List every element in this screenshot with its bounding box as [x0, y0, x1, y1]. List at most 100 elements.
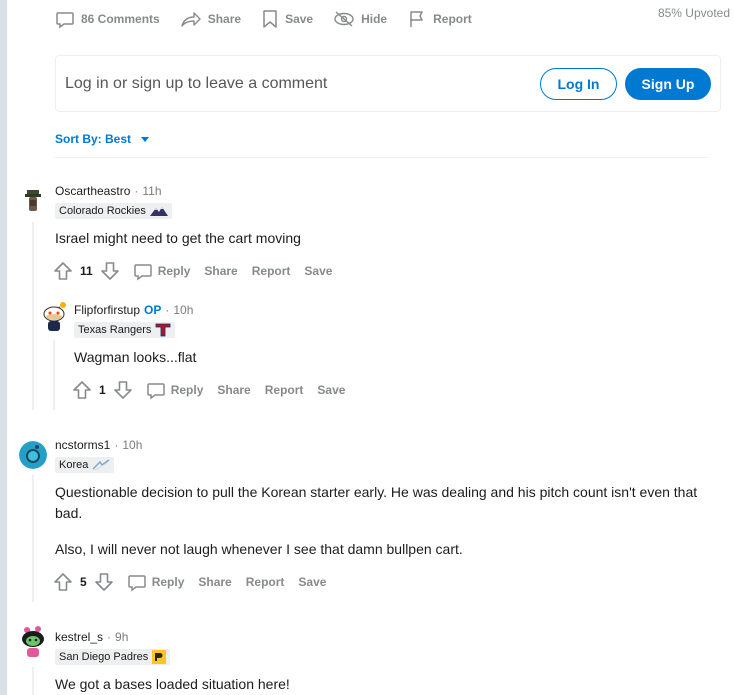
bookmark-icon: [263, 10, 277, 28]
sort-label: Sort By: Best: [55, 132, 132, 146]
report-button[interactable]: Report: [246, 575, 285, 589]
report-button[interactable]: Report: [265, 383, 304, 397]
avatar[interactable]: [39, 299, 69, 333]
login-button[interactable]: Log In: [540, 67, 617, 100]
author-name[interactable]: Oscartheastro: [55, 184, 130, 198]
comment-icon: [56, 12, 74, 29]
thread-line[interactable]: [53, 340, 55, 410]
save-label: Save: [285, 12, 314, 26]
sort-dropdown[interactable]: Sort By: Best: [55, 132, 150, 146]
share-button[interactable]: Share: [198, 575, 231, 589]
separator: ·: [114, 438, 119, 452]
reply-icon: [127, 575, 146, 592]
flair-text: Texas Rangers: [78, 324, 152, 336]
report-label: Report: [433, 12, 472, 26]
korea-logo-icon: [92, 459, 110, 471]
comment-paragraph: Wagman looks...flat: [74, 349, 197, 365]
report-button[interactable]: Report: [252, 264, 291, 278]
divider: [55, 157, 708, 158]
user-flair: San Diego Padres: [55, 649, 171, 665]
reply-label: Reply: [151, 575, 185, 589]
comment-meta: kestrel_s · 9h: [55, 630, 128, 644]
signup-button[interactable]: Sign Up: [625, 67, 711, 100]
downvote-arrow-icon[interactable]: [93, 571, 115, 593]
hide-button[interactable]: Hide: [333, 9, 387, 29]
comment-body: Questionable decision to pull the Korean…: [55, 482, 715, 560]
reply-icon: [133, 264, 152, 281]
caret-down-icon: [141, 136, 150, 142]
avatar[interactable]: [19, 186, 47, 214]
reply-label: Reply: [170, 383, 204, 397]
comment-meta: Flipforfirstup OP · 10h: [74, 303, 193, 317]
user-flair: Korea: [55, 457, 115, 473]
flair-text: San Diego Padres: [59, 651, 149, 663]
downvote-arrow-icon[interactable]: [99, 260, 121, 282]
rangers-logo-icon: [155, 323, 171, 337]
hide-label: Hide: [361, 12, 388, 26]
reply-icon: [146, 383, 165, 400]
reply-button[interactable]: Reply: [146, 380, 204, 400]
user-avatar-icon: [25, 190, 41, 211]
thread-line[interactable]: [32, 222, 34, 410]
separator: ·: [107, 630, 112, 644]
author-name[interactable]: kestrel_s: [55, 630, 103, 644]
save-button[interactable]: Save: [304, 264, 332, 278]
share-button[interactable]: Share: [217, 383, 250, 397]
thread-line[interactable]: [32, 667, 34, 695]
comments-button[interactable]: 86 Comments: [55, 9, 160, 29]
thread-line[interactable]: [32, 475, 34, 602]
share-label: Share: [207, 12, 242, 26]
comment-body: We got a bases loaded situation here!: [55, 674, 715, 695]
vote-score: 5: [80, 575, 87, 589]
user-flair: Colorado Rockies: [55, 203, 172, 219]
share-button[interactable]: Share: [204, 264, 237, 278]
save-button[interactable]: Save: [298, 575, 326, 589]
comment-meta: ncstorms1 · 10h: [55, 438, 142, 452]
vote-score: 11: [80, 264, 93, 278]
post-action-bar: 86 Comments Share Save Hide Report: [55, 6, 735, 32]
comments-label: 86 Comments: [81, 12, 160, 26]
flag-icon: [410, 11, 423, 27]
reply-label: Reply: [157, 264, 191, 278]
vote-score: 1: [99, 383, 106, 397]
comment-body: Israel might need to get the cart moving: [55, 228, 695, 249]
upvote-arrow-icon[interactable]: [52, 260, 74, 282]
comment-paragraph: Israel might need to get the cart moving: [55, 230, 301, 246]
upvote-ratio: 85% Upvoted: [657, 6, 730, 20]
timestamp[interactable]: 10h: [173, 303, 193, 317]
comment-paragraph: Questionable decision to pull the Korean…: [55, 484, 698, 521]
flair-text: Korea: [59, 459, 89, 471]
reply-button[interactable]: Reply: [127, 572, 185, 592]
downvote-arrow-icon[interactable]: [112, 379, 134, 401]
comment-meta: Oscartheastro · 11h: [55, 184, 162, 198]
separator: ·: [165, 303, 170, 317]
page-left-rail: [0, 0, 7, 695]
comment-actions: 1 Reply Share Report Save: [71, 379, 345, 401]
login-prompt-text: Log in or sign up to leave a comment: [65, 74, 328, 92]
timestamp[interactable]: 10h: [122, 438, 142, 452]
timestamp[interactable]: 11h: [142, 184, 161, 198]
comment-paragraph: We got a bases loaded situation here!: [55, 676, 290, 692]
avatar[interactable]: [19, 441, 47, 469]
reply-button[interactable]: Reply: [133, 261, 191, 281]
comment-body: Wagman looks...flat: [74, 347, 694, 368]
upvote-arrow-icon[interactable]: [71, 379, 93, 401]
upvote-arrow-icon[interactable]: [52, 571, 74, 593]
save-button[interactable]: Save: [317, 383, 345, 397]
report-button[interactable]: Report: [407, 9, 472, 29]
user-flair: Texas Rangers: [74, 322, 176, 338]
separator: ·: [134, 184, 139, 198]
mountain-icon: [149, 207, 168, 216]
author-name[interactable]: ncstorms1: [55, 438, 110, 452]
share-icon: [181, 12, 201, 27]
share-button[interactable]: Share: [180, 9, 241, 29]
avatar[interactable]: [18, 625, 48, 659]
comment-actions: 5 Reply Share Report Save: [52, 571, 326, 593]
author-name[interactable]: Flipforfirstup: [74, 303, 140, 317]
user-avatar-icon: [43, 302, 66, 331]
padres-logo-icon: [152, 650, 167, 664]
timestamp[interactable]: 9h: [115, 630, 128, 644]
save-button[interactable]: Save: [261, 9, 313, 29]
flair-text: Colorado Rockies: [59, 205, 146, 217]
comment-actions: 11 Reply Share Report Save: [52, 260, 332, 282]
